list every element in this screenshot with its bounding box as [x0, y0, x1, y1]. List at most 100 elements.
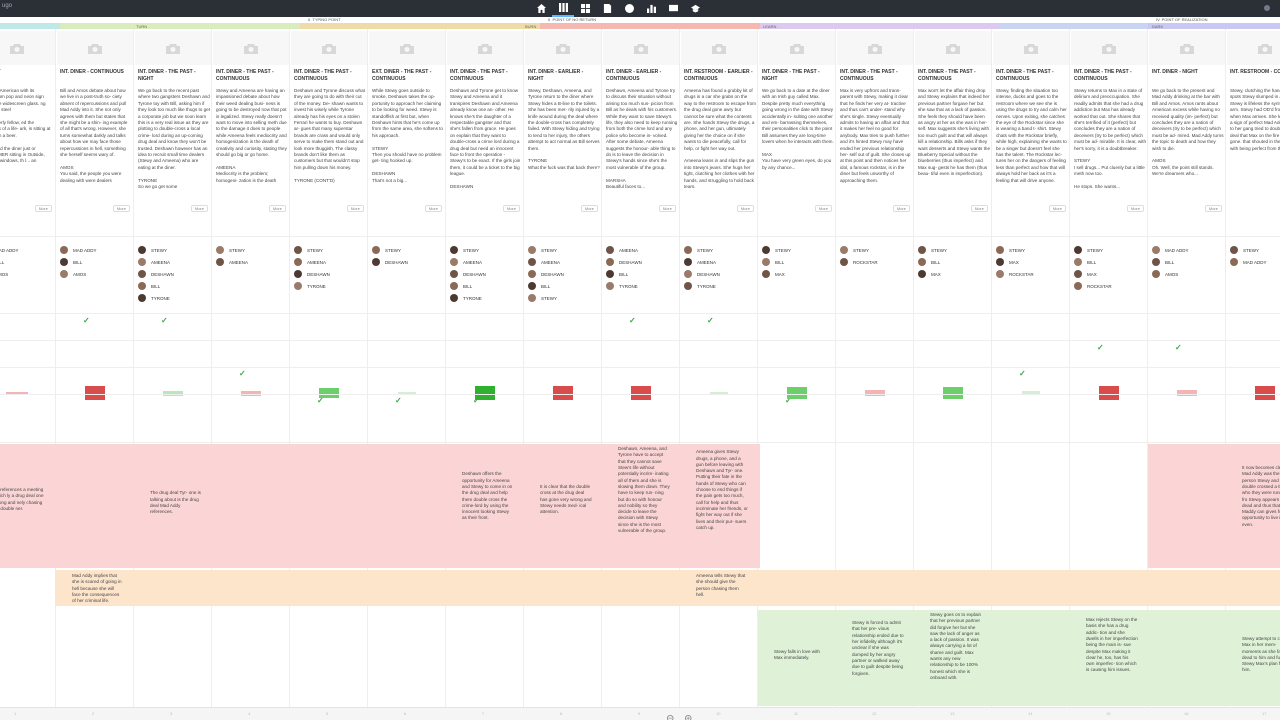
nav-grid-button[interactable] — [574, 0, 596, 17]
act-header-segment[interactable]: IV. POINT OF REALIZATION — [1148, 17, 1280, 29]
check-icon[interactable]: ✓ — [707, 316, 714, 325]
more-button[interactable]: More — [424, 205, 442, 212]
intensity-marker[interactable] — [475, 386, 495, 400]
scene-thumbnail[interactable] — [291, 31, 367, 65]
act-header-segment[interactable]: II. POINT OF NO RETURN — [540, 17, 760, 29]
character-tag[interactable]: STEWY — [1074, 244, 1146, 256]
character-tag[interactable]: STEWY — [450, 244, 522, 256]
more-button[interactable]: More — [34, 205, 52, 212]
zoom-out-icon[interactable] — [666, 710, 676, 720]
more-button[interactable]: More — [736, 205, 754, 212]
character-tag[interactable]: AMOS — [1152, 268, 1224, 280]
character-tag[interactable]: STEWY — [372, 244, 444, 256]
plot-note-pink[interactable]: Deshawn, Ameena, and Tyrone have to acce… — [618, 446, 670, 534]
character-tag[interactable]: MAD ADDY — [0, 244, 54, 256]
act-header-segment[interactable]: II. TYPING POINT — [300, 17, 540, 29]
character-tag[interactable]: ROCKSTAR — [840, 256, 912, 268]
intensity-marker[interactable] — [631, 386, 651, 400]
character-tag[interactable]: AMEENA — [138, 256, 210, 268]
plot-note-orange[interactable]: Ameena tells Stewy that she should give … — [696, 573, 748, 598]
character-tag[interactable]: MAD ADDY — [1230, 256, 1280, 268]
check-icon[interactable]: ✓ — [395, 396, 402, 405]
scene-card[interactable]: INT. DINER - EARLIER - NIGHT Stewy, Desha… — [524, 29, 602, 713]
character-tag[interactable]: AMOS — [0, 268, 54, 280]
scene-number[interactable]: 5 — [326, 711, 328, 716]
scene-number[interactable]: 1 — [14, 711, 16, 716]
more-button[interactable]: More — [1126, 205, 1144, 212]
character-tag[interactable]: BILL — [0, 256, 54, 268]
scene-thumbnail[interactable] — [681, 31, 757, 65]
plot-note-green[interactable]: Max rejects Stewy on the basis she has a… — [1086, 617, 1138, 674]
scene-number[interactable]: 4 — [248, 711, 250, 716]
scene-thumbnail[interactable] — [213, 31, 289, 65]
character-tag[interactable]: STEWY — [840, 244, 912, 256]
character-tag[interactable]: STEWY — [294, 244, 366, 256]
scene-number[interactable]: 12 — [872, 711, 876, 716]
scene-number[interactable]: 15 — [1106, 711, 1110, 716]
scene-card[interactable]: INT. DINER - THE PAST - CONTINUOUS Deshaw… — [290, 29, 368, 713]
scene-thumbnail[interactable] — [915, 31, 991, 65]
check-icon[interactable]: ✓ — [161, 316, 168, 325]
plot-note-pink[interactable]: It is clear that the double cross at the… — [540, 484, 592, 515]
character-tag[interactable]: BILL — [1074, 256, 1146, 268]
character-tag[interactable]: ROCKSTAR — [996, 268, 1068, 280]
character-tag[interactable]: BILL — [1152, 256, 1224, 268]
nav-video-button[interactable] — [662, 0, 684, 17]
scene-thumbnail[interactable] — [369, 31, 445, 65]
nav-stats-button[interactable] — [640, 0, 662, 17]
scene-number[interactable]: 11 — [794, 711, 798, 716]
scene-number[interactable]: 14 — [1028, 711, 1032, 716]
scene-number[interactable]: 2 — [92, 711, 94, 716]
character-tag[interactable]: MAX — [918, 268, 990, 280]
check-icon[interactable]: ✓ — [629, 316, 636, 325]
character-tag[interactable]: MAX — [762, 268, 834, 280]
scene-card[interactable]: INT. DINER - EARLIER - CONTINUOUS Deshawn… — [602, 29, 680, 713]
character-tag[interactable]: MAD ADDY — [60, 244, 132, 256]
user-avatar[interactable] — [1264, 5, 1270, 11]
plot-note-pink[interactable]: It now becomes clear Mad Addy was the pe… — [1242, 465, 1280, 528]
more-button[interactable]: More — [658, 205, 676, 212]
more-button[interactable]: More — [346, 205, 364, 212]
character-tag[interactable]: STEWY — [138, 244, 210, 256]
character-tag[interactable]: DESHAWN — [372, 256, 444, 268]
character-tag[interactable]: ROCKSTAR — [1074, 280, 1146, 292]
character-tag[interactable]: AMEENA — [606, 244, 678, 256]
plot-note-green[interactable]: Stewy falls in love with Max immediately… — [774, 649, 826, 662]
character-tag[interactable]: MAX — [1074, 268, 1146, 280]
more-button[interactable]: More — [268, 205, 286, 212]
more-button[interactable]: More — [190, 205, 208, 212]
nav-home-button[interactable] — [530, 0, 552, 17]
character-tag[interactable]: BILL — [606, 268, 678, 280]
act-header-segment[interactable] — [1000, 17, 1148, 29]
check-icon[interactable]: ✓ — [1097, 343, 1104, 352]
scene-card[interactable]: INT. DINER - THE PAST - NIGHT We go back … — [134, 29, 212, 713]
intensity-marker[interactable] — [319, 388, 339, 398]
intensity-marker[interactable] — [865, 390, 885, 396]
more-button[interactable]: More — [892, 205, 910, 212]
scene-thumbnail[interactable] — [603, 31, 679, 65]
check-icon[interactable]: ✓ — [1019, 369, 1026, 378]
character-tag[interactable]: TYRONE — [450, 292, 522, 304]
character-tag[interactable]: STEWY — [528, 244, 600, 256]
scene-thumbnail[interactable] — [1071, 31, 1147, 65]
character-tag[interactable]: DESHAWN — [450, 268, 522, 280]
character-tag[interactable]: TYRONE — [138, 292, 210, 304]
character-tag[interactable]: BILL — [60, 256, 132, 268]
intensity-marker[interactable] — [85, 386, 105, 400]
more-button[interactable]: More — [580, 205, 598, 212]
more-button[interactable]: More — [970, 205, 988, 212]
scene-number[interactable]: 10 — [716, 711, 720, 716]
plot-note-pink[interactable]: Ameena gives Stewy drugs, a phone, and a… — [696, 449, 748, 531]
character-tag[interactable]: MAD ADDY — [1152, 244, 1224, 256]
check-icon[interactable]: ✓ — [1175, 343, 1182, 352]
character-tag[interactable]: AMEENA — [450, 256, 522, 268]
intensity-marker[interactable] — [787, 387, 807, 399]
character-tag[interactable]: AMOS — [60, 268, 132, 280]
character-tag[interactable]: BILL — [450, 280, 522, 292]
character-tag[interactable]: DESHAWN — [294, 268, 366, 280]
plot-note-orange[interactable]: Mad Addy implies that she is scared of g… — [72, 573, 124, 604]
plot-note-pink[interactable]: dy references a meeting which ly a drug … — [0, 487, 46, 512]
scene-card[interactable]: INT. DINER - THE PAST - CONTINUOUS Stewy … — [212, 29, 290, 713]
scene-thumbnail[interactable] — [57, 31, 133, 65]
scene-number[interactable]: 17 — [1262, 711, 1266, 716]
